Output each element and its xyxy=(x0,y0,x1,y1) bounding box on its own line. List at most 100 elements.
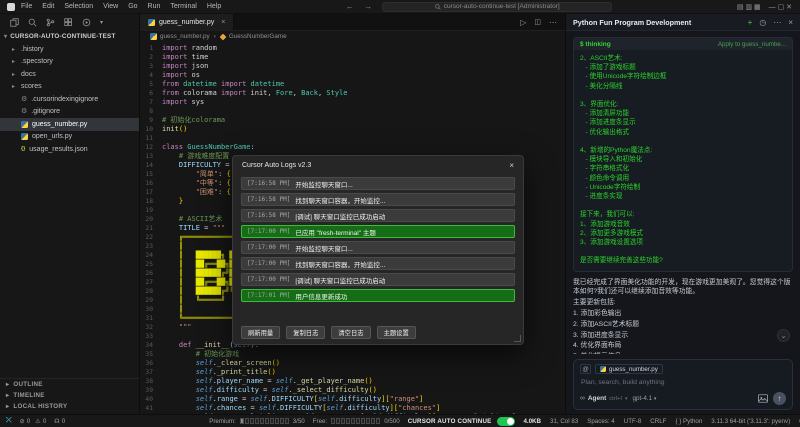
context-file-chip[interactable]: guess_number.py xyxy=(595,364,663,374)
window-controls[interactable]: — ▢ ✕ xyxy=(769,3,792,11)
tree-item--gitignore[interactable]: ⚙.gitignore xyxy=(0,106,139,119)
tree-item--cursorindexingignore[interactable]: ⚙.cursorindexingignore xyxy=(0,93,139,106)
status-item-5[interactable]: { } Python xyxy=(675,418,702,425)
premium-usage-meter[interactable]: Premium: 3/50 xyxy=(209,418,305,425)
usage-segment xyxy=(366,418,370,424)
modal-button-刷新用量[interactable]: 刷新用量 xyxy=(241,326,280,339)
code-token: = xyxy=(246,404,259,412)
auto-continue-toggle[interactable] xyxy=(497,417,515,426)
menu-item-view[interactable]: View xyxy=(103,3,118,10)
split-editor-icon[interactable]: ◫ xyxy=(534,18,541,26)
gear-file-icon: ⚙ xyxy=(21,108,27,115)
extensions-icon[interactable] xyxy=(64,18,73,27)
close-tab-icon[interactable]: × xyxy=(221,19,225,26)
command-search-box[interactable]: cursor-auto-continue-test [Administrator… xyxy=(382,2,612,12)
thinking-line: - 美化分隔线 xyxy=(580,82,786,91)
thinking-line: - 优化输出格式 xyxy=(580,128,786,137)
add-context-button[interactable]: @ xyxy=(580,364,591,374)
search-icon[interactable] xyxy=(28,18,37,27)
problems-indicator[interactable]: ⊘0 ⚠0 xyxy=(20,418,47,425)
sidebar-section-local-history[interactable]: ▸LOCAL HISTORY xyxy=(0,401,139,412)
log-timestamp: [7:17:00 PM] xyxy=(247,260,290,267)
send-button[interactable]: ↑ xyxy=(773,392,786,405)
close-modal-icon[interactable]: × xyxy=(509,161,514,170)
status-item-0[interactable]: 4.0KB xyxy=(523,418,541,425)
line-number: 23 xyxy=(140,242,162,251)
run-debug-icon[interactable] xyxy=(82,18,91,27)
run-file-icon[interactable]: ▷ xyxy=(520,18,526,27)
infinity-icon: ∞ xyxy=(580,395,585,402)
free-usage-meter[interactable]: Free: 0/500 xyxy=(313,418,400,425)
model-selector[interactable]: gpt-4.1 ▾ xyxy=(633,395,657,402)
layout-toggle-icons[interactable]: ▤ ▥ ▦ xyxy=(737,3,761,11)
auto-continue-control[interactable]: CURSOR AUTO CONTINUE xyxy=(408,417,516,426)
code-token: = xyxy=(200,224,213,232)
chevron-down-icon[interactable]: ▾ xyxy=(100,19,103,26)
sidebar-section-outline[interactable]: ▸OUTLINE xyxy=(0,379,139,390)
menu-item-file[interactable]: File xyxy=(21,3,32,10)
resize-handle[interactable] xyxy=(514,335,521,342)
tree-item-usage-results-json[interactable]: {}usage_results.json xyxy=(0,143,139,156)
menu-item-edit[interactable]: Edit xyxy=(42,3,54,10)
new-chat-icon[interactable]: + xyxy=(748,18,753,27)
scroll-to-bottom-button[interactable]: ⌄ xyxy=(777,329,790,342)
status-item-6[interactable]: 3.11.3 64-bit ('3.11.3': pyenv) xyxy=(711,418,790,425)
chat-input[interactable]: Plan, search, build anything xyxy=(581,379,786,386)
log-entry: [7:17:00 PM]找到聊天窗口容器，开始监控... xyxy=(241,257,515,270)
code-line: 7import sys xyxy=(140,98,565,107)
line-content: import json xyxy=(162,62,208,71)
tree-item-docs[interactable]: ▸docs xyxy=(0,68,139,81)
workspace-root-folder[interactable]: ▾ CURSOR-AUTO-CONTINUE-TEST xyxy=(0,30,139,43)
code-token: ] xyxy=(419,395,423,403)
status-item-2[interactable]: Spaces: 4 xyxy=(587,418,615,425)
history-nav-arrows[interactable]: ← → xyxy=(346,2,376,11)
more-actions-icon[interactable]: ⋯ xyxy=(549,18,557,27)
line-number: 11 xyxy=(140,134,162,143)
menu-item-go[interactable]: Go xyxy=(128,3,137,10)
source-control-icon[interactable] xyxy=(46,18,55,27)
tree-item-label: usage_results.json xyxy=(29,146,87,153)
chat-composer[interactable]: @ guess_number.py Plan, search, build an… xyxy=(573,359,793,410)
code-line: 3import json xyxy=(140,62,565,71)
menu-item-help[interactable]: Help xyxy=(207,3,221,10)
breadcrumb-symbol[interactable]: GuessNumberGame xyxy=(220,33,287,40)
code-token: ║ xyxy=(162,305,183,313)
tree-item-open-urls-py[interactable]: open_urls.py xyxy=(0,131,139,144)
tree-item-scores[interactable]: ▸scores xyxy=(0,81,139,94)
apply-to-file-button[interactable]: Apply to guess_numbe... xyxy=(718,41,786,48)
line-content: import os xyxy=(162,71,200,80)
menu-item-run[interactable]: Run xyxy=(148,3,161,10)
tab-guess-number[interactable]: guess_number.py × xyxy=(140,14,234,30)
usage-segment xyxy=(275,418,279,424)
menu-item-selection[interactable]: Selection xyxy=(64,3,93,10)
status-item-4[interactable]: CRLF xyxy=(650,418,666,425)
status-item-1[interactable]: 31, Col 83 xyxy=(550,418,578,425)
log-list: [7:16:58 PM]开始监控聊天窗口...[7:16:58 PM]找到聊天窗… xyxy=(233,175,523,320)
remote-indicator-icon[interactable]: ⤫ xyxy=(6,417,12,425)
code-token: def xyxy=(162,341,192,349)
modal-button-清空日志[interactable]: 清空日志 xyxy=(331,326,370,339)
close-panel-icon[interactable]: × xyxy=(788,18,793,27)
tree-item-guess-number-py[interactable]: guess_number.py xyxy=(0,118,139,131)
tree-item-label: .history xyxy=(21,46,44,53)
modal-button-主题设置[interactable]: 主题设置 xyxy=(377,326,416,339)
history-icon[interactable]: ◷ xyxy=(759,18,766,27)
cursor-auto-logs-modal: Cursor Auto Logs v2.3 × [7:16:58 PM]开始监控… xyxy=(232,155,524,345)
thinking-line: - Unicode字符绘制 xyxy=(580,183,786,192)
agent-mode-selector[interactable]: ∞ Agent ctrl+I ▾ xyxy=(580,395,628,402)
sidebar-section-timeline[interactable]: ▸TIMELINE xyxy=(0,390,139,401)
tree-item--specstory[interactable]: ▸.specstory xyxy=(0,56,139,69)
code-token: self xyxy=(318,395,335,403)
usage-segment xyxy=(265,418,269,424)
files-icon[interactable] xyxy=(10,18,19,27)
tree-item--history[interactable]: ▸.history xyxy=(0,43,139,56)
breadcrumb-file[interactable]: guess_number.py xyxy=(150,33,210,40)
status-item-3[interactable]: UTF-8 xyxy=(624,418,642,425)
modal-button-复制日志[interactable]: 复制日志 xyxy=(286,326,325,339)
ports-indicator[interactable]: ☊0 xyxy=(54,418,65,425)
section-chevron-icon: ▸ xyxy=(6,392,9,399)
more-options-icon[interactable]: ⋯ xyxy=(773,18,781,27)
menu-item-terminal[interactable]: Terminal xyxy=(170,3,196,10)
attach-image-icon[interactable] xyxy=(758,394,768,403)
log-timestamp: [7:17:00 PM] xyxy=(247,244,290,251)
